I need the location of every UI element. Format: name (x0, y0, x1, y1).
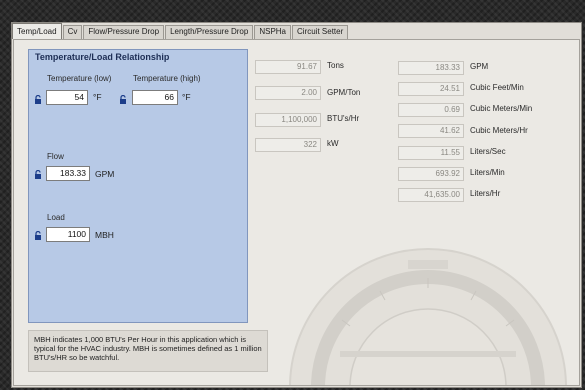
cubic-meters-hr-value: 41.62 (398, 124, 464, 138)
gpm-per-ton-unit: GPM/Ton (327, 88, 361, 97)
flow-unit: GPM (95, 169, 115, 179)
tab-nspha[interactable]: NSPHa (254, 25, 292, 39)
group-title: Temperature/Load Relationship (35, 52, 170, 62)
tab-flow-pressure-drop[interactable]: Flow/Pressure Drop (83, 25, 165, 39)
flow-label: Flow (47, 152, 64, 161)
liters-hr-value: 41,635.00 (398, 188, 464, 202)
liters-sec-value: 11.55 (398, 146, 464, 160)
liters-min-unit: Liters/Min (470, 168, 505, 177)
dial-watermark (289, 248, 567, 385)
temp-low-label: Temperature (low) (47, 74, 112, 83)
load-label: Load (47, 213, 65, 222)
btu-value: 1,100,000 (255, 113, 321, 127)
kw-unit: kW (327, 139, 339, 148)
gpm-value: 183.33 (398, 61, 464, 75)
liters-sec-unit: Liters/Sec (470, 147, 506, 156)
liters-min-value: 693.92 (398, 167, 464, 181)
liters-hr-unit: Liters/Hr (470, 189, 501, 198)
lock-icon[interactable] (119, 94, 127, 104)
tab-temp-load[interactable]: Temp/Load (12, 23, 62, 39)
flow-input[interactable]: 183.33 (46, 166, 90, 181)
temp-high-unit: °F (182, 92, 191, 102)
cubic-meters-min-value: 0.69 (398, 103, 464, 117)
btu-unit: BTU's/Hr (327, 114, 360, 123)
tons-value: 91.67 (255, 60, 321, 74)
cubic-meters-hr-unit: Cubic Meters/Hr (470, 126, 528, 135)
kw-value: 322 (255, 138, 321, 152)
temp-low-input[interactable]: 54 (46, 90, 88, 105)
lock-icon[interactable] (34, 169, 42, 179)
calculator-window: Temp/Load Cv Flow/Pressure Drop Length/P… (11, 22, 582, 388)
cubic-feet-min-unit: Cubic Feet/Min (470, 83, 524, 92)
gpm-unit: GPM (470, 62, 489, 71)
tab-length-pressure-drop[interactable]: Length/Pressure Drop (165, 25, 254, 39)
cubic-meters-min-unit: Cubic Meters/Min (470, 104, 533, 113)
cubic-feet-min-value: 24.51 (398, 82, 464, 96)
tab-circuit-setter[interactable]: Circuit Setter (292, 25, 349, 39)
temperature-load-group: Temperature/Load Relationship Temperatur… (28, 49, 248, 323)
lock-icon[interactable] (34, 94, 42, 104)
mbh-note: MBH indicates 1,000 BTU's Per Hour in th… (28, 330, 268, 372)
load-input[interactable]: 1100 (46, 227, 90, 242)
tab-cv[interactable]: Cv (62, 25, 83, 39)
gpm-per-ton-value: 2.00 (255, 86, 321, 100)
load-unit: MBH (95, 230, 114, 240)
temp-high-input[interactable]: 66 (132, 90, 178, 105)
tons-unit: Tons (327, 61, 344, 70)
lock-icon[interactable] (34, 230, 42, 240)
temp-high-label: Temperature (high) (133, 74, 201, 83)
tab-panel-temp-load: Temperature/Load Relationship Temperatur… (13, 39, 580, 386)
temp-low-unit: °F (93, 92, 102, 102)
tab-bar: Temp/Load Cv Flow/Pressure Drop Length/P… (12, 23, 349, 39)
